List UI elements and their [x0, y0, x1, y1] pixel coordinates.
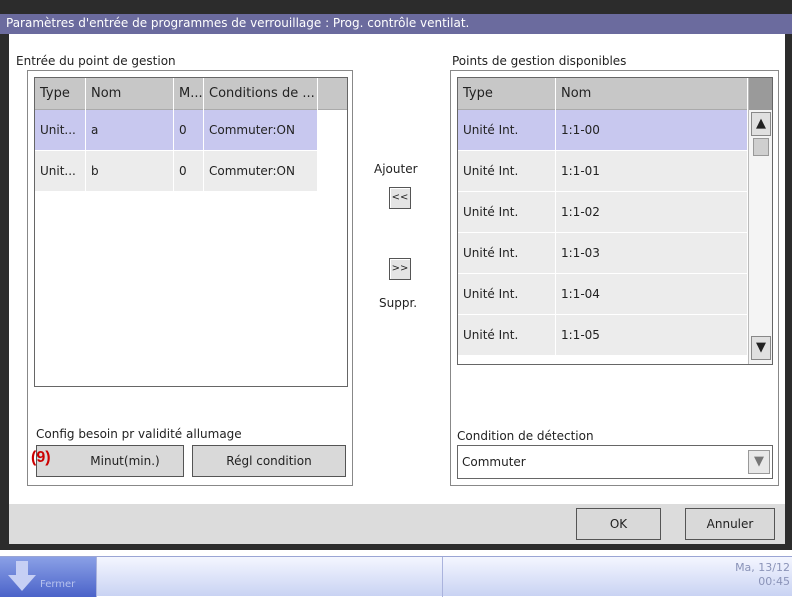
validity-label: Config besoin pr validité allumage	[36, 427, 242, 441]
cell-name: 1:1-03	[556, 233, 748, 273]
cell-type: Unité Int.	[458, 110, 556, 150]
taskbar: Fermer Ma, 13/12 00:45	[0, 556, 792, 597]
left-panel-title: Entrée du point de gestion	[16, 54, 176, 68]
close-panel-button[interactable]: Fermer	[0, 557, 96, 597]
dialog-footer: OK Annuler	[9, 504, 785, 544]
cell-type: Unité Int.	[458, 274, 556, 314]
left-panel-group: Type Nom M... Conditions de ... Unit... …	[27, 70, 353, 486]
chevron-down-icon[interactable]: ▼	[748, 450, 770, 474]
cell-type: Unité Int.	[458, 315, 556, 355]
scroll-up-icon[interactable]: ▲	[751, 112, 771, 136]
dialog-content: Entrée du point de gestion Type Nom M...…	[9, 34, 785, 504]
scrollbar-thumb[interactable]	[753, 138, 769, 156]
scrollbar[interactable]: ▲ ▼	[748, 78, 772, 364]
time-text: 00:45	[758, 575, 790, 588]
table-row[interactable]: Unité Int. 1:1-05	[458, 315, 748, 356]
annotation-marker: (9)	[31, 449, 51, 466]
right-panel-group: Type Nom Unité Int. 1:1-00 Unité Int. 1:…	[450, 70, 779, 486]
right-panel-title: Points de gestion disponibles	[452, 54, 627, 68]
remove-label: Suppr.	[379, 296, 418, 310]
table-row[interactable]: Unité Int. 1:1-02	[458, 192, 748, 233]
table-row[interactable]: Unit... a 0 Commuter:ON	[35, 110, 347, 151]
scrollbar-header-filler	[749, 78, 772, 110]
remove-button[interactable]: >>	[389, 258, 411, 280]
cell-m: 0	[174, 151, 204, 191]
cancel-button[interactable]: Annuler	[685, 508, 775, 540]
table-row[interactable]: Unité Int. 1:1-01	[458, 151, 748, 192]
cell-name: 1:1-04	[556, 274, 748, 314]
cell-m: 0	[174, 110, 204, 150]
table-row[interactable]: Unité Int. 1:1-03	[458, 233, 748, 274]
ok-button[interactable]: OK	[576, 508, 661, 540]
taskbar-divider	[96, 557, 97, 597]
col-name-header[interactable]: Nom	[86, 78, 174, 110]
date-text: Ma, 13/12	[735, 561, 790, 574]
dialog-window: Paramètres d'entrée de programmes de ver…	[0, 0, 792, 550]
cell-name: 1:1-02	[556, 192, 748, 232]
add-label: Ajouter	[374, 162, 418, 176]
timer-button[interactable]: Minut(min.)	[36, 445, 184, 477]
table-header: Type Nom M... Conditions de ...	[35, 78, 347, 110]
cell-type: Unit...	[35, 110, 86, 150]
datetime: Ma, 13/12 00:45	[735, 561, 790, 589]
table-row[interactable]: Unité Int. 1:1-00	[458, 110, 748, 151]
set-condition-button[interactable]: Régl condition	[192, 445, 346, 477]
cell-type: Unité Int.	[458, 233, 556, 273]
table-row[interactable]: Unité Int. 1:1-04	[458, 274, 748, 315]
cell-type: Unité Int.	[458, 151, 556, 191]
cell-name: 1:1-05	[556, 315, 748, 355]
col-conditions-header[interactable]: Conditions de ...	[204, 78, 318, 110]
taskbar-divider	[442, 557, 443, 597]
table-header: Type Nom	[458, 78, 748, 110]
col-type-header[interactable]: Type	[458, 78, 556, 110]
cell-type: Unit...	[35, 151, 86, 191]
cell-name: 1:1-01	[556, 151, 748, 191]
table-row[interactable]: Unit... b 0 Commuter:ON	[35, 151, 347, 192]
col-type-header[interactable]: Type	[35, 78, 86, 110]
add-button[interactable]: <<	[389, 187, 411, 209]
detection-label: Condition de détection	[457, 429, 594, 443]
dialog-title: Paramètres d'entrée de programmes de ver…	[0, 14, 792, 34]
arrow-down-icon	[8, 561, 36, 591]
col-name-header[interactable]: Nom	[556, 78, 748, 110]
cell-conditions: Commuter:ON	[204, 110, 318, 150]
scroll-down-icon[interactable]: ▼	[751, 336, 771, 360]
available-points-table: Type Nom Unité Int. 1:1-00 Unité Int. 1:…	[457, 77, 773, 365]
cell-name: a	[86, 110, 174, 150]
detection-select[interactable]: Commuter ▼	[457, 445, 773, 479]
detection-select-value: Commuter	[462, 455, 526, 469]
cell-conditions: Commuter:ON	[204, 151, 318, 191]
cell-type: Unité Int.	[458, 192, 556, 232]
cell-name: 1:1-00	[556, 110, 748, 150]
close-panel-label: Fermer	[40, 579, 76, 590]
cell-name: b	[86, 151, 174, 191]
managed-points-table: Type Nom M... Conditions de ... Unit... …	[34, 77, 348, 387]
col-m-header[interactable]: M...	[174, 78, 204, 110]
